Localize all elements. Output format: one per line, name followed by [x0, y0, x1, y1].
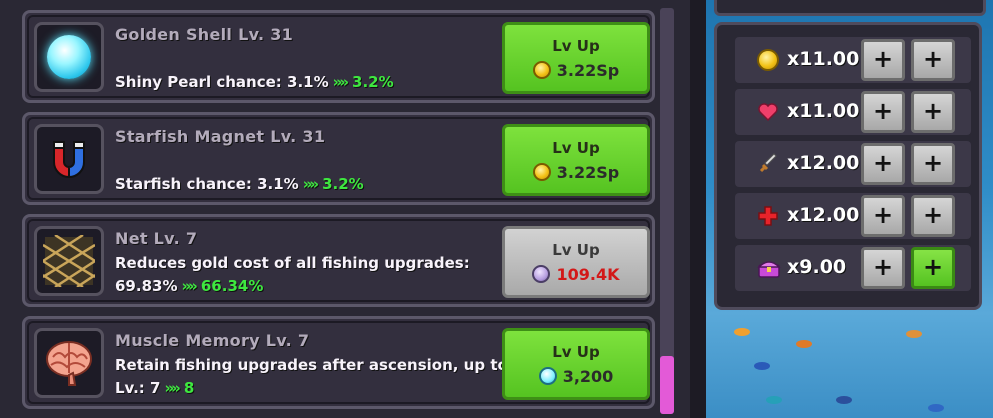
fish-sprite	[836, 396, 852, 404]
upgrade-description-line1: Retain fishing upgrades after ascension,…	[115, 356, 508, 374]
panel-divider	[690, 0, 706, 418]
upgrade-description: Shiny Pearl chance: 3.1%»» 3.2%	[115, 73, 394, 91]
upgrade-arrow-icon: »»	[164, 379, 180, 397]
lv-up-button[interactable]: Lv Up 3,200	[502, 328, 650, 400]
add-button-max[interactable]: +	[911, 91, 955, 133]
upgrade-card-net: Net Lv. 7 Reduces gold cost of all fishi…	[22, 214, 655, 307]
lv-up-button[interactable]: Lv Up 3.22Sp	[502, 22, 650, 94]
add-button-max[interactable]: +	[911, 143, 955, 185]
magnet-icon	[34, 124, 104, 194]
gold-coin-icon	[757, 49, 779, 71]
current-value: Shiny Pearl chance: 3.1%	[115, 73, 329, 91]
upgrade-description: Starfish chance: 3.1%»» 3.2%	[115, 175, 364, 193]
add-button[interactable]: +	[861, 39, 905, 81]
purple-orb-icon	[532, 265, 551, 283]
net-icon	[34, 226, 104, 296]
new-value: 3.2%	[352, 73, 394, 91]
top-panel-edge	[714, 0, 986, 16]
multiplier-value: x12.00	[787, 204, 860, 226]
add-button[interactable]: +	[861, 143, 905, 185]
multiplier-value: x11.00	[787, 100, 860, 122]
fish-sprite	[734, 328, 750, 336]
fish-sprite	[906, 330, 922, 338]
lv-up-button-disabled[interactable]: Lv Up 109.4K	[502, 226, 650, 298]
lv-up-label: Lv Up	[552, 138, 600, 157]
add-button-max[interactable]: +	[911, 195, 955, 237]
upgrade-description: Lv.: 7»» 8	[115, 379, 194, 397]
multiplier-row-chest: x9.00 + +	[735, 245, 971, 291]
cost-value: 3.22Sp	[556, 60, 620, 80]
add-button[interactable]: +	[861, 91, 905, 133]
upgrade-list-panel: Golden Shell Lv. 31 Shiny Pearl chance: …	[0, 0, 690, 418]
new-value: 8	[183, 379, 195, 397]
new-value: 66.34%	[200, 277, 264, 295]
cost-value: 3.22Sp	[556, 162, 620, 182]
upgrade-arrow-icon: »»	[181, 277, 197, 295]
red-cross-icon	[757, 205, 779, 227]
heart-icon	[757, 101, 779, 123]
cost-value: 3,200	[562, 366, 614, 386]
multiplier-value: x12.00	[787, 152, 860, 174]
multiplier-row-health: x11.00 + +	[735, 89, 971, 135]
add-button-max[interactable]: +	[911, 39, 955, 81]
upgrade-description-line1: Reduces gold cost of all fishing upgrade…	[115, 254, 470, 272]
upgrade-cost: 3,200	[538, 366, 614, 386]
multiplier-row-heal: x12.00 + +	[735, 193, 971, 239]
upgrade-title: Golden Shell Lv. 31	[115, 25, 294, 44]
fish-sprite	[754, 362, 770, 370]
upgrade-cost: 109.4K	[532, 264, 620, 284]
multiplier-panel: x11.00 + + x11.00 + + x12.00 + + x12.00 …	[714, 22, 982, 310]
multiplier-value: x9.00	[787, 256, 847, 278]
upgrade-cost: 3.22Sp	[532, 162, 620, 182]
upgrade-title: Muscle Memory Lv. 7	[115, 331, 310, 350]
gold-coin-icon	[532, 61, 551, 79]
fish-sprite	[766, 396, 782, 404]
multiplier-row-damage: x12.00 + +	[735, 141, 971, 187]
multiplier-value: x11.00	[787, 48, 860, 70]
current-value: Starfish chance: 3.1%	[115, 175, 299, 193]
sword-icon	[757, 153, 779, 175]
lv-up-label: Lv Up	[552, 240, 600, 259]
lv-up-label: Lv Up	[552, 36, 600, 55]
upgrade-arrow-icon: »»	[302, 175, 319, 193]
lv-up-label: Lv Up	[552, 342, 600, 361]
add-button[interactable]: +	[861, 247, 905, 289]
pearl-icon	[34, 22, 104, 92]
upgrade-title: Net Lv. 7	[115, 229, 198, 248]
current-value: Lv.: 7	[115, 379, 161, 397]
multiplier-row-gold: x11.00 + +	[735, 37, 971, 83]
upgrade-cost: 3.22Sp	[532, 60, 620, 80]
upgrade-card-golden-shell: Golden Shell Lv. 31 Shiny Pearl chance: …	[22, 10, 655, 103]
add-button-max[interactable]: +	[911, 247, 955, 289]
add-button[interactable]: +	[861, 195, 905, 237]
brain-icon	[34, 328, 104, 398]
fish-sprite	[928, 404, 944, 412]
upgrade-card-starfish-magnet: Starfish Magnet Lv. 31 Starfish chance: …	[22, 112, 655, 205]
upgrade-card-muscle-memory: Muscle Memory Lv. 7 Retain fishing upgra…	[22, 316, 655, 409]
upgrade-title: Starfish Magnet Lv. 31	[115, 127, 326, 146]
gold-coin-icon	[532, 163, 551, 181]
scrollbar-track[interactable]	[660, 8, 674, 414]
fish-sprite	[796, 340, 812, 348]
lv-up-button[interactable]: Lv Up 3.22Sp	[502, 124, 650, 196]
scrollbar-thumb[interactable]	[660, 356, 674, 414]
cost-value: 109.4K	[556, 264, 620, 284]
new-value: 3.2%	[322, 175, 364, 193]
treasure-chest-icon	[757, 257, 781, 279]
upgrade-arrow-icon: »»	[332, 73, 349, 91]
cyan-orb-icon	[538, 367, 557, 385]
upgrade-description: 69.83%»» 66.34%	[115, 277, 263, 295]
current-value: 69.83%	[115, 277, 178, 295]
